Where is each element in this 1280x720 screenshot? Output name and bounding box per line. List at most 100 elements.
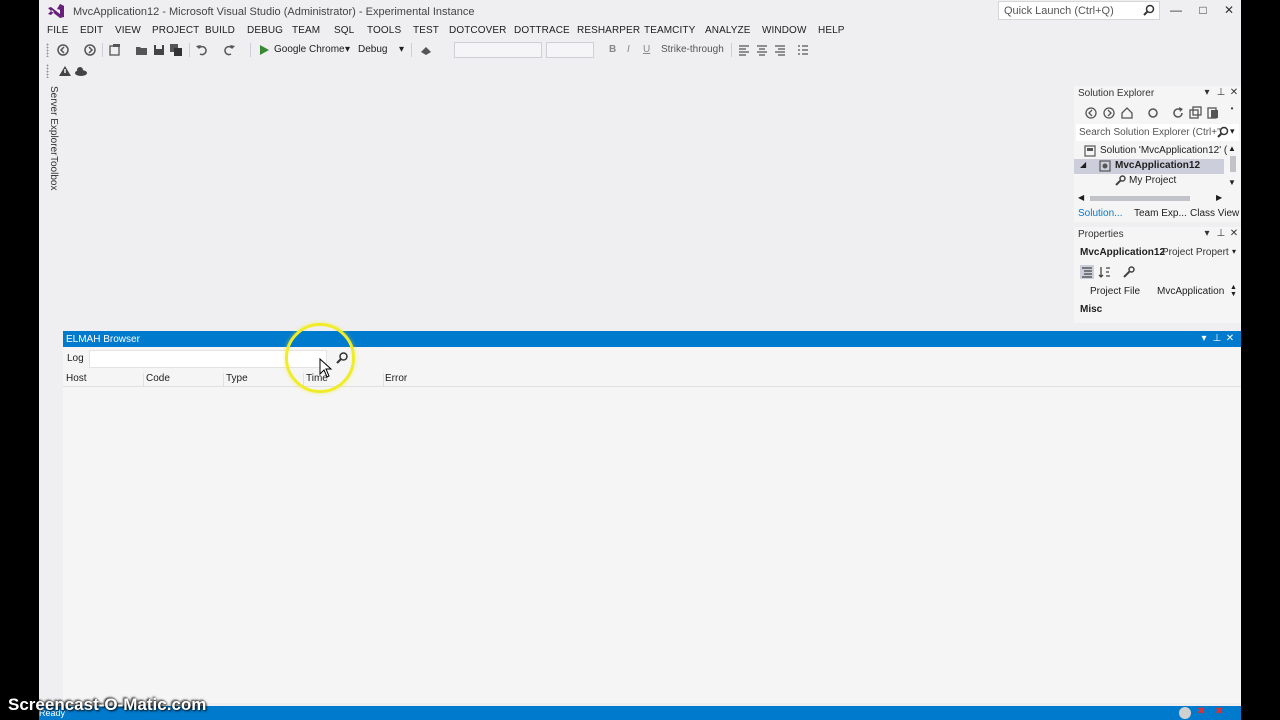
menu-build[interactable]: BUILD <box>205 25 235 36</box>
forward-icon[interactable] <box>1102 106 1116 120</box>
warning-icon[interactable] <box>58 64 72 78</box>
menu-tools[interactable]: TOOLS <box>367 25 401 36</box>
close-icon[interactable]: ✕ <box>1224 333 1236 344</box>
visual-studio-logo-icon <box>48 4 64 18</box>
pending-changes-icon[interactable] <box>1146 106 1160 120</box>
menu-dottrace[interactable]: DOTTRACE <box>514 25 570 36</box>
minimize-button[interactable]: — <box>1165 2 1187 18</box>
strikethrough-button[interactable]: Strike-through <box>661 44 724 55</box>
menu-help[interactable]: HELP <box>818 25 845 36</box>
tree-item-label: My Project <box>1129 175 1177 186</box>
bold-button[interactable]: B <box>609 44 616 55</box>
configuration-chevron-down-icon[interactable]: ▾ <box>399 44 404 55</box>
pin-icon[interactable]: ⊥ <box>1216 87 1226 98</box>
toolbar-grip[interactable] <box>46 64 49 78</box>
tree-item-project[interactable]: ◢ MvcApplication12 <box>1074 159 1224 174</box>
tree-item-my-project[interactable]: My Project <box>1114 174 1224 189</box>
quick-launch-input[interactable]: Quick Launch (Ctrl+Q) <box>998 1 1160 20</box>
menu-teamcity[interactable]: TEAMCITY <box>644 25 695 36</box>
close-icon[interactable]: ✕ <box>1229 87 1239 98</box>
pin-icon[interactable]: ⊥ <box>1216 228 1226 239</box>
new-project-icon[interactable] <box>108 43 122 57</box>
sort-alphabetical-icon[interactable] <box>1098 265 1112 279</box>
menu-analyze[interactable]: ANALYZE <box>705 25 751 36</box>
underline-button[interactable]: U <box>643 44 650 55</box>
collapse-all-icon[interactable] <box>1188 106 1202 120</box>
menu-view[interactable]: VIEW <box>115 25 141 36</box>
solution-explorer-search-input[interactable]: Search Solution Explorer (Ctrl+" ▾ <box>1076 124 1239 141</box>
navigate-forward-icon[interactable] <box>83 43 97 57</box>
menu-file[interactable]: FILE <box>47 25 69 36</box>
menu-resharper[interactable]: RESHARPER <box>577 25 640 36</box>
toolbar-grip[interactable] <box>46 43 49 57</box>
toolbox-tab[interactable]: Toolbox <box>43 156 59 190</box>
menu-test[interactable]: TEST <box>413 25 439 36</box>
menu-window[interactable]: WINDOW <box>762 25 806 36</box>
expand-chevron-icon[interactable]: ◢ <box>1080 160 1086 169</box>
column-header-code[interactable]: Code <box>146 373 224 386</box>
property-pages-wrench-icon[interactable] <box>1122 265 1136 279</box>
tree-item-solution[interactable]: Solution 'MvcApplication12' ( <box>1084 144 1234 159</box>
undo-icon[interactable] <box>195 43 209 57</box>
attach-process-icon[interactable] <box>419 43 433 57</box>
properties-object-type[interactable]: Project Propert <box>1162 247 1229 258</box>
maximize-button[interactable]: □ <box>1192 2 1214 18</box>
tab-class-view[interactable]: Class View <box>1190 208 1239 219</box>
notification-icon[interactable] <box>1179 707 1191 719</box>
show-all-files-icon[interactable] <box>1206 106 1220 120</box>
properties-object-chevron-down-icon[interactable]: ▾ <box>1232 247 1236 256</box>
run-target-chevron-down-icon[interactable]: ▾ <box>345 44 350 55</box>
italic-button[interactable]: I <box>627 44 630 55</box>
panel-menu-chevron-down-icon[interactable]: ▾ <box>1198 333 1210 344</box>
back-icon[interactable] <box>1084 106 1098 120</box>
align-center-icon[interactable] <box>755 43 769 57</box>
font-name-combo[interactable] <box>454 42 542 58</box>
start-debugging-icon[interactable] <box>257 43 271 57</box>
open-file-icon[interactable] <box>135 43 149 57</box>
cloud-icon[interactable] <box>74 64 88 78</box>
run-target-dropdown[interactable]: Google Chrome <box>274 44 345 55</box>
column-header-error[interactable]: Error <box>385 373 585 386</box>
horizontal-scrollbar[interactable]: ◀ ▶ <box>1078 193 1226 203</box>
navigate-back-icon[interactable] <box>56 43 70 57</box>
menu-project[interactable]: PROJECT <box>152 25 199 36</box>
standard-toolbar: Google Chrome ▾ Debug ▾ B I U Strike-thr… <box>39 40 1241 60</box>
menu-debug[interactable]: DEBUG <box>247 25 283 36</box>
home-icon[interactable] <box>1120 106 1134 120</box>
error-status-icon[interactable]: ✖ <box>1197 706 1205 717</box>
panel-menu-chevron-down-icon[interactable]: ▾ <box>1202 228 1212 239</box>
tab-team-explorer[interactable]: Team Exp... <box>1134 208 1187 219</box>
vertical-scrollbar[interactable]: ▲ ▼ <box>1228 144 1238 188</box>
pin-icon[interactable]: ⊥ <box>1211 333 1223 344</box>
search-options-chevron-down-icon[interactable]: ▾ <box>1230 126 1235 137</box>
tab-solution-explorer[interactable]: Solution... <box>1078 208 1122 219</box>
close-icon[interactable]: ✕ <box>1229 228 1239 239</box>
close-button[interactable]: ✕ <box>1218 2 1240 18</box>
save-icon[interactable] <box>152 43 166 57</box>
categorized-icon[interactable] <box>1080 265 1094 279</box>
warning-status-icon[interactable]: ✖ <box>1215 706 1223 717</box>
menu-team[interactable]: TEAM <box>292 25 320 36</box>
align-left-icon[interactable] <box>737 43 751 57</box>
column-header-host[interactable]: Host <box>66 373 144 386</box>
refresh-icon[interactable] <box>1171 106 1185 120</box>
configuration-dropdown[interactable]: Debug <box>358 44 387 55</box>
font-size-combo[interactable] <box>546 42 594 58</box>
properties-scroll-arrows-icon[interactable]: ▲ ▼ <box>1230 284 1237 298</box>
menu-dotcover[interactable]: DOTCOVER <box>449 25 506 36</box>
property-value[interactable]: MvcApplication <box>1157 286 1224 297</box>
server-explorer-tab[interactable]: Server Explorer <box>43 86 59 155</box>
properties-object-name[interactable]: MvcApplication12 <box>1080 247 1165 258</box>
redo-icon[interactable] <box>222 43 236 57</box>
bullet-list-icon[interactable] <box>796 43 810 57</box>
window-title: MvcApplication12 - Microsoft Visual Stud… <box>73 6 475 18</box>
menu-edit[interactable]: EDIT <box>80 25 103 36</box>
align-right-icon[interactable] <box>773 43 787 57</box>
menu-sql[interactable]: SQL <box>334 25 354 36</box>
error-grid-header: Host Code Type Time Error <box>63 371 1241 387</box>
save-all-icon[interactable] <box>169 43 183 57</box>
toolbar-separator <box>731 43 732 57</box>
se-toolbar-overflow-icon[interactable]: • <box>1227 104 1237 113</box>
property-category: Misc <box>1080 304 1103 315</box>
panel-menu-chevron-down-icon[interactable]: ▾ <box>1202 87 1212 98</box>
